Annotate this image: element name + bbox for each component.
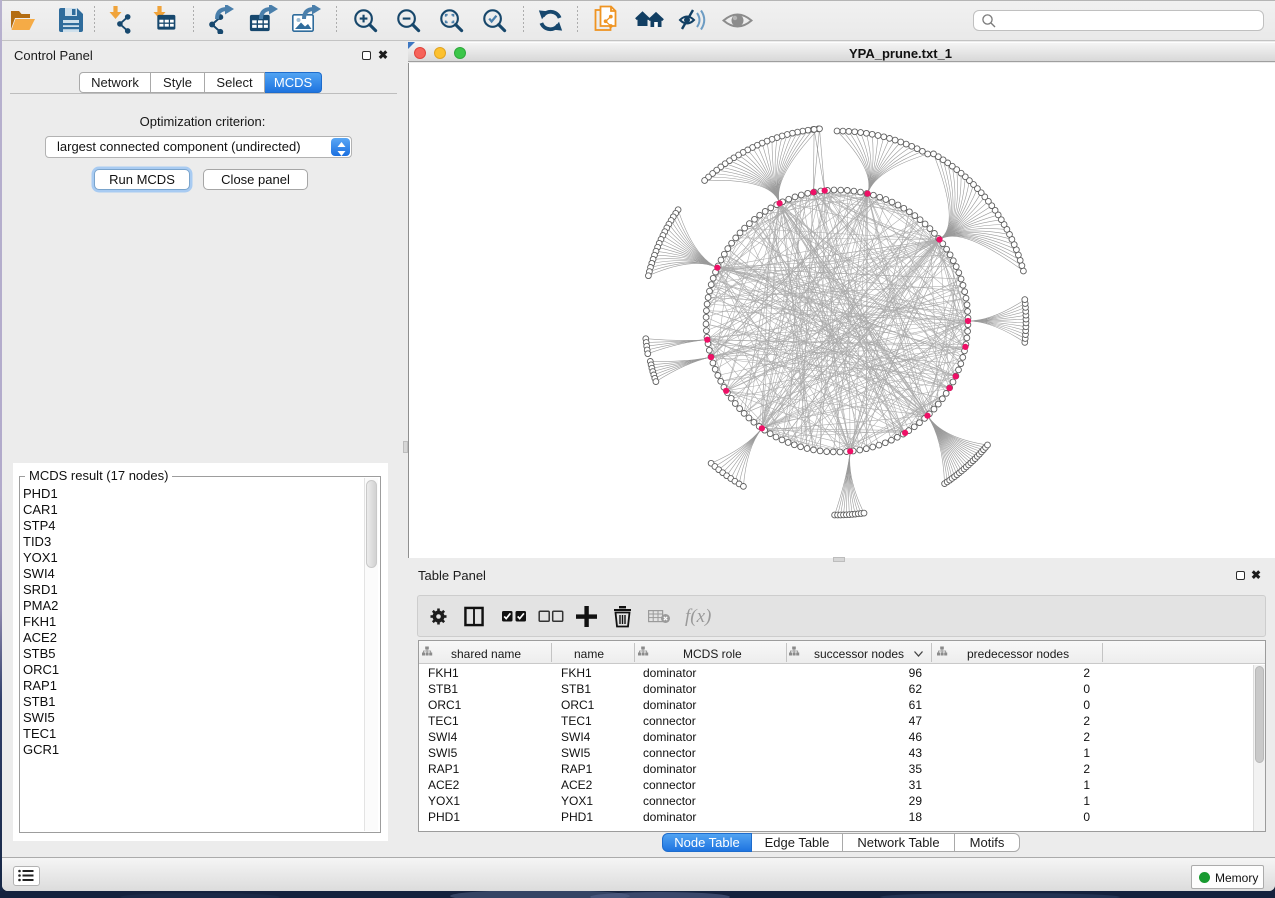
svg-text:f(x): f(x): [685, 606, 711, 627]
